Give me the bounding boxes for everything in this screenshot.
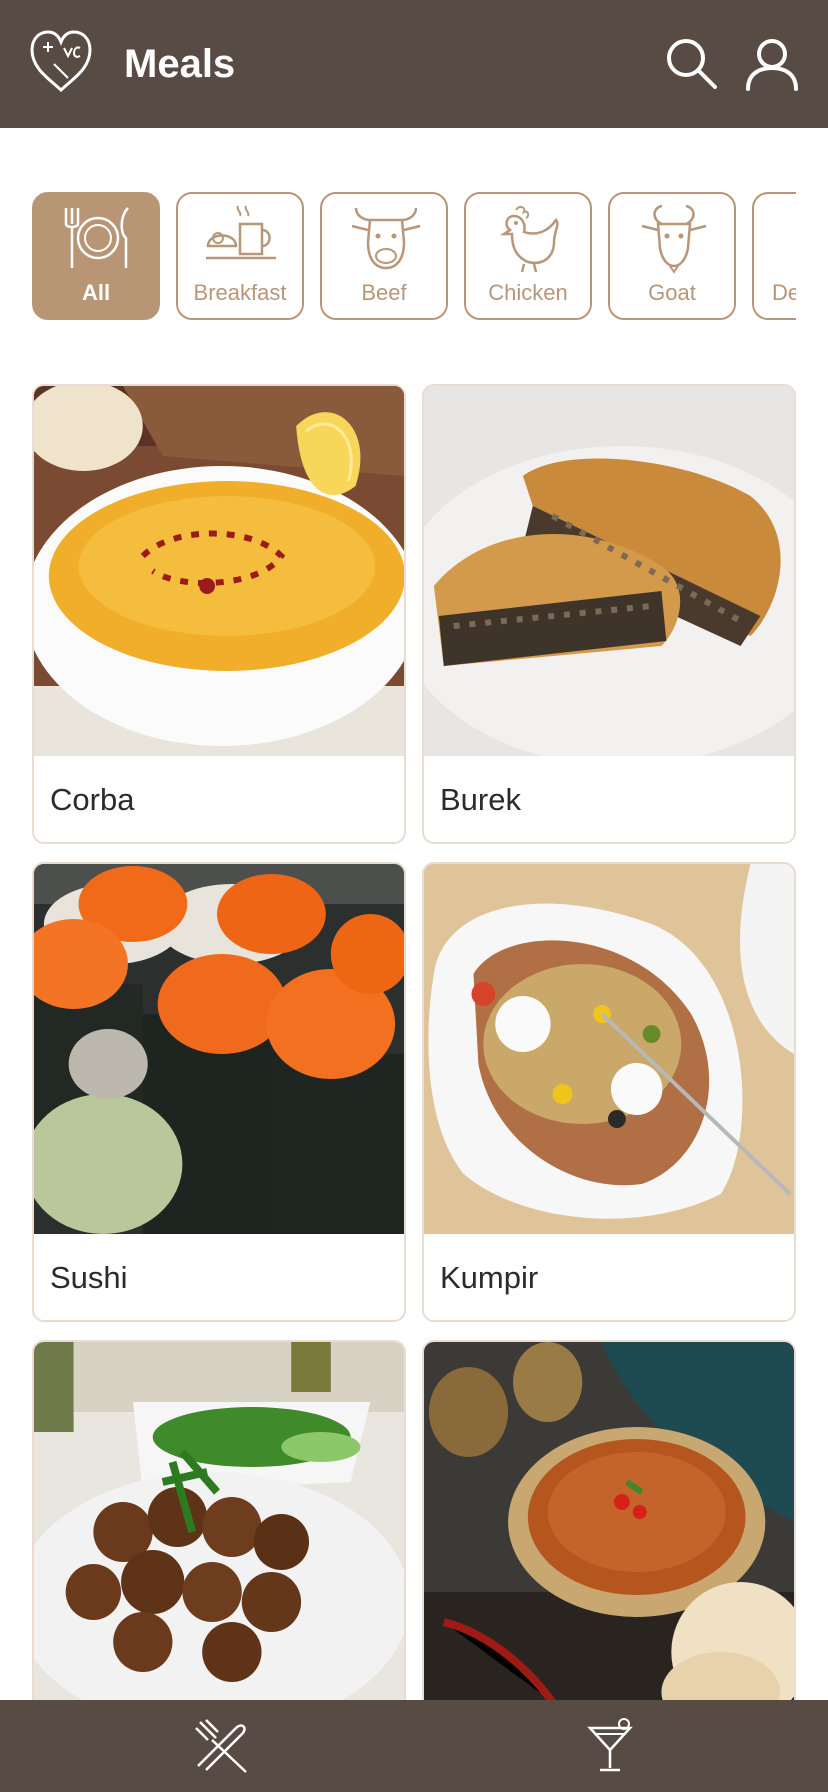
category-breakfast[interactable]: Breakfast: [176, 192, 304, 320]
user-icon[interactable]: [744, 36, 800, 92]
cocktail-icon[interactable]: [580, 1716, 640, 1776]
category-label: Breakfast: [193, 280, 287, 305]
goat-icon: [641, 204, 707, 274]
falafel-photo: [34, 1342, 404, 1700]
meal-card-burek[interactable]: Burek: [422, 384, 796, 844]
category-chicken[interactable]: Chicken: [464, 192, 592, 320]
meal-card-sushi[interactable]: Sushi: [32, 862, 406, 1322]
meal-card-kumpir[interactable]: Kumpir: [422, 862, 796, 1322]
chicken-icon: [499, 205, 559, 273]
meal-card-falafel[interactable]: [32, 1340, 406, 1700]
category-label: Goat: [648, 280, 696, 305]
category-label: All: [81, 280, 111, 305]
plate-cutlery-icon: [64, 207, 129, 268]
bottom-navigation: [0, 1700, 828, 1792]
category-all[interactable]: All: [32, 192, 160, 320]
meal-card-corba[interactable]: Corba: [32, 384, 406, 844]
meal-name: Sushi: [50, 1260, 128, 1295]
cow-icon: [351, 207, 421, 270]
burek-photo: [424, 386, 794, 756]
category-goat[interactable]: Goat: [608, 192, 736, 320]
meal-grid: Corba Burek Sushi Kumpir: [32, 384, 796, 1700]
dessert-icon: [778, 202, 796, 274]
app-bar: Meals: [0, 0, 828, 128]
cutlery-icon[interactable]: [192, 1716, 252, 1776]
category-dessert[interactable]: De: [752, 192, 796, 320]
category-list: All Breakfast Beef Chicken Goat De: [32, 192, 796, 320]
breakfast-icon: [206, 205, 276, 260]
category-label: Beef: [361, 280, 407, 305]
corba-photo: [34, 386, 404, 756]
search-icon[interactable]: [664, 36, 720, 92]
heart-logo-icon[interactable]: [28, 28, 94, 96]
lentil-soup-photo: [424, 1342, 794, 1700]
category-label: Chicken: [488, 280, 568, 305]
page-title: Meals: [124, 42, 236, 86]
kumpir-photo: [424, 864, 794, 1234]
category-beef[interactable]: Beef: [320, 192, 448, 320]
meal-card-lentil-soup[interactable]: [422, 1340, 796, 1700]
meal-name: Corba: [50, 782, 135, 817]
sushi-photo: [34, 864, 404, 1234]
category-label: De: [772, 280, 796, 305]
meal-name: Burek: [440, 782, 521, 817]
meal-name: Kumpir: [440, 1260, 539, 1295]
